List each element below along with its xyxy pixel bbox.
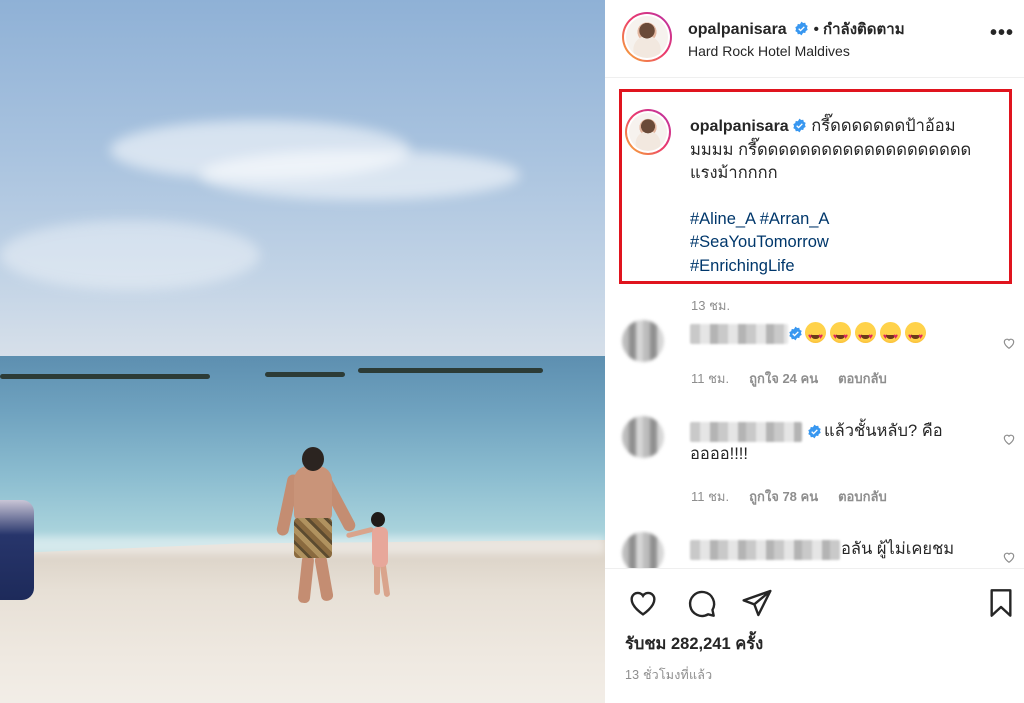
caption-text-line: มมมม กรี๊ดดดดดดดดดดดดดดดดดดดด [690, 140, 972, 159]
heart-eyes-icon [905, 322, 926, 348]
post-timestamp: 13 ชั่วโมงที่แล้ว [625, 668, 713, 682]
comment-item: อลัน ผู้ไม่เคยชม [605, 530, 1024, 568]
person-father [294, 466, 332, 522]
author-line: opalpanisara • กำลังติดตาม [688, 17, 905, 41]
author-avatar[interactable] [622, 12, 672, 62]
caption-timestamp: 13 ชม. [691, 298, 731, 313]
caption-username[interactable]: opalpanisara [690, 118, 789, 135]
save-icon[interactable] [985, 587, 1017, 619]
follow-status-button[interactable]: • กำลังติดตาม [814, 21, 905, 38]
comment-likes[interactable]: ถูกใจ 24 คน [749, 368, 818, 389]
post-header: opalpanisara • กำลังติดตาม Hard Rock Hot… [605, 0, 1024, 78]
post-photo[interactable] [0, 0, 605, 703]
caption-text-line: กรี๊ดดดดดดดป้าอ้อม [811, 117, 956, 135]
sky-cloud [200, 150, 520, 200]
heart-eyes-icon [830, 322, 851, 348]
comment-icon[interactable] [685, 587, 717, 619]
comment-text-line: อลัน ผู้ไม่เคยชม [841, 540, 955, 558]
view-count[interactable]: รับชม 282,241 ครั้ง [625, 631, 763, 657]
commenter-avatar[interactable] [622, 320, 664, 362]
sky-cloud [0, 220, 260, 290]
person-child-leg [374, 563, 380, 595]
reef [265, 372, 345, 377]
comment-like-icon[interactable] [1002, 432, 1016, 446]
comment-likes[interactable]: ถูกใจ 78 คน [749, 486, 818, 507]
comment-meta: 11 ชม. ถูกใจ 78 คน ตอบกลับ [691, 486, 907, 507]
hashtag-link[interactable]: #EnrichingLife [690, 255, 1005, 279]
caption: opalpanisara กรี๊ดดดดดดดป้าอ้อม มมมม กรี… [690, 115, 1005, 278]
person-child-head [371, 512, 385, 527]
hashtag-link[interactable]: #Aline_A #Arran_A [690, 208, 1005, 232]
more-icon[interactable]: ••• [990, 22, 1014, 45]
comment-text-line: แล้วชั้นหลับ? คือ [824, 422, 943, 440]
comment-emojis [805, 322, 930, 348]
person-father-shorts [294, 518, 332, 558]
comment-time: 11 ชม. [691, 489, 730, 504]
hashtag-link[interactable]: #SeaYouTomorrow [690, 231, 1005, 255]
verified-icon [793, 118, 806, 133]
person-woman [0, 500, 34, 600]
comment-like-icon[interactable] [1002, 550, 1016, 564]
commenter-username-blurred[interactable] [690, 324, 788, 344]
person-father-head [302, 447, 324, 471]
comment-like-icon[interactable] [1002, 336, 1016, 350]
post-side-panel: opalpanisara • กำลังติดตาม Hard Rock Hot… [605, 0, 1024, 703]
reef [0, 374, 210, 379]
comment-meta: 11 ชม. ถูกใจ 24 คน ตอบกลับ [691, 368, 907, 389]
location-link[interactable]: Hard Rock Hotel Maldives [688, 43, 850, 59]
caption-hashtags: #Aline_A #Arran_A #SeaYouTomorrow #Enric… [690, 208, 1005, 279]
verified-icon [808, 424, 821, 439]
commenter-avatar[interactable] [622, 532, 664, 568]
like-icon[interactable] [627, 587, 659, 619]
share-icon[interactable] [741, 587, 773, 619]
heart-eyes-icon [805, 322, 826, 348]
comment-reply-button[interactable]: ตอบกลับ [838, 486, 887, 507]
comment-reply-button[interactable]: ตอบกลับ [838, 368, 887, 389]
comment-time: 11 ชม. [691, 371, 730, 386]
verified-icon [795, 21, 808, 36]
action-bar: รับชม 282,241 ครั้ง 13 ชั่วโมงที่แล้ว [605, 568, 1024, 703]
commenter-avatar[interactable] [622, 416, 664, 458]
heart-eyes-icon [855, 322, 876, 348]
heart-eyes-icon [880, 322, 901, 348]
person-child [372, 527, 388, 567]
comment-text-line: ออออ!!!! [690, 445, 748, 463]
verified-icon [789, 326, 802, 341]
reef [358, 368, 543, 373]
author-username[interactable]: opalpanisara [688, 21, 787, 38]
caption-avatar[interactable] [625, 109, 671, 155]
commenter-username-blurred[interactable] [690, 540, 840, 560]
caption-text-line: แรงม้ากกกก [690, 164, 778, 182]
commenter-username-blurred[interactable] [690, 422, 802, 442]
